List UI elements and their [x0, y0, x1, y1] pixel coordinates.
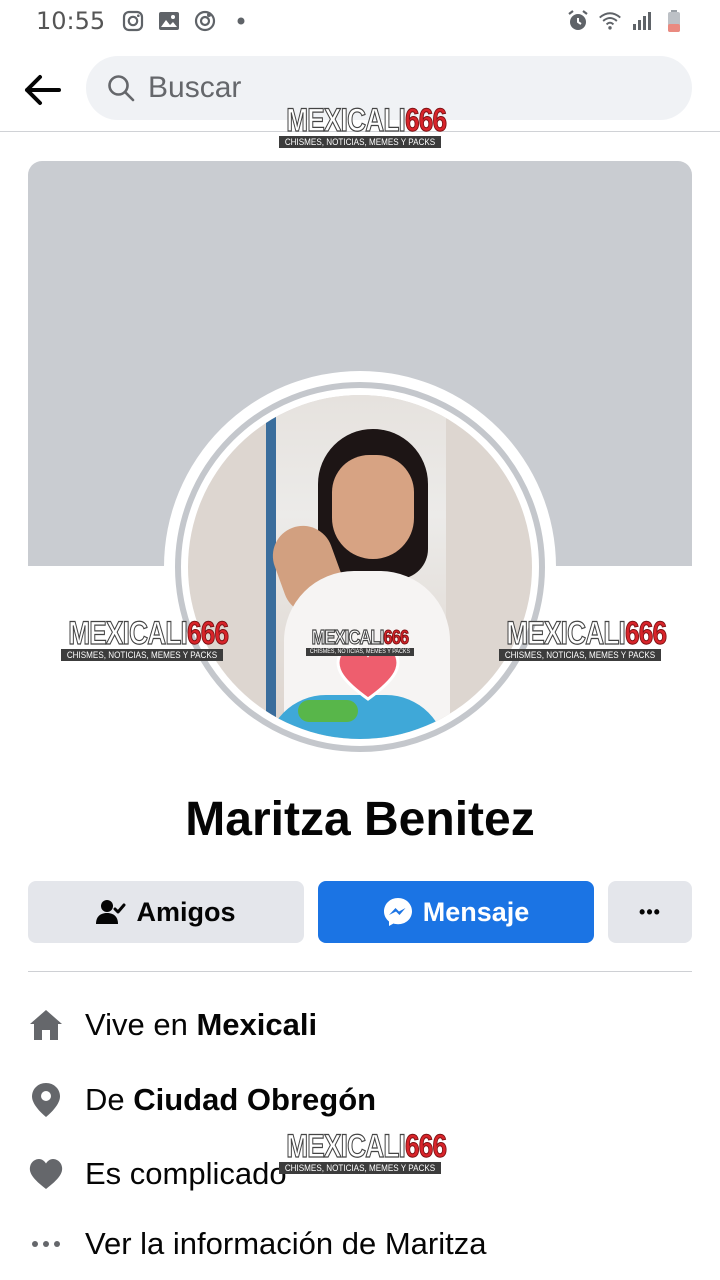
back-arrow-icon	[25, 75, 61, 105]
friends-label: Amigos	[136, 896, 236, 927]
signal-icon	[630, 9, 654, 33]
location-pin-icon	[28, 1082, 64, 1118]
info-item-from: De Ciudad Obregón	[28, 1078, 692, 1122]
search-input[interactable]	[148, 71, 648, 105]
message-label: Mensaje	[422, 896, 530, 927]
heart-sticker-icon	[336, 645, 400, 701]
back-button[interactable]	[20, 68, 64, 112]
search-icon	[108, 75, 135, 102]
message-button[interactable]: Mensaje	[318, 881, 594, 943]
profile-name: Maritza Benitez	[185, 793, 535, 846]
status-time: 10:55	[36, 7, 106, 35]
gallery-icon	[157, 9, 181, 33]
more-options-label: •••	[639, 901, 661, 922]
status-bar: 10:55	[0, 0, 720, 42]
profile-picture[interactable]	[164, 371, 556, 763]
sync-icon	[193, 9, 217, 33]
more-options-button[interactable]: •••	[608, 881, 692, 943]
wifi-icon	[598, 9, 622, 33]
info-text-relationship: Es complicado	[85, 1156, 287, 1191]
alarm-icon	[566, 9, 590, 33]
divider	[28, 971, 692, 972]
home-icon	[28, 1007, 64, 1043]
heart-icon	[28, 1156, 64, 1192]
profile-photo-image	[188, 395, 532, 739]
more-dots-icon	[28, 1226, 64, 1262]
messenger-icon	[383, 898, 412, 926]
search-box[interactable]	[86, 56, 692, 120]
instagram-icon	[121, 9, 145, 33]
info-item-see-about[interactable]: Ver la información de Maritza	[28, 1222, 692, 1266]
info-text-see-about: Ver la información de Maritza	[85, 1226, 487, 1261]
search-header	[0, 52, 720, 132]
info-text-from: De Ciudad Obregón	[85, 1082, 377, 1117]
info-item-lives-in: Vive en Mexicali	[28, 1003, 692, 1047]
friends-check-icon	[96, 900, 126, 924]
info-text-lives-in: Vive en Mexicali	[85, 1007, 318, 1042]
friends-button[interactable]: Amigos	[28, 881, 304, 943]
dot-icon	[229, 9, 253, 33]
battery-icon	[662, 9, 686, 33]
info-item-relationship: Es complicado	[28, 1152, 692, 1196]
